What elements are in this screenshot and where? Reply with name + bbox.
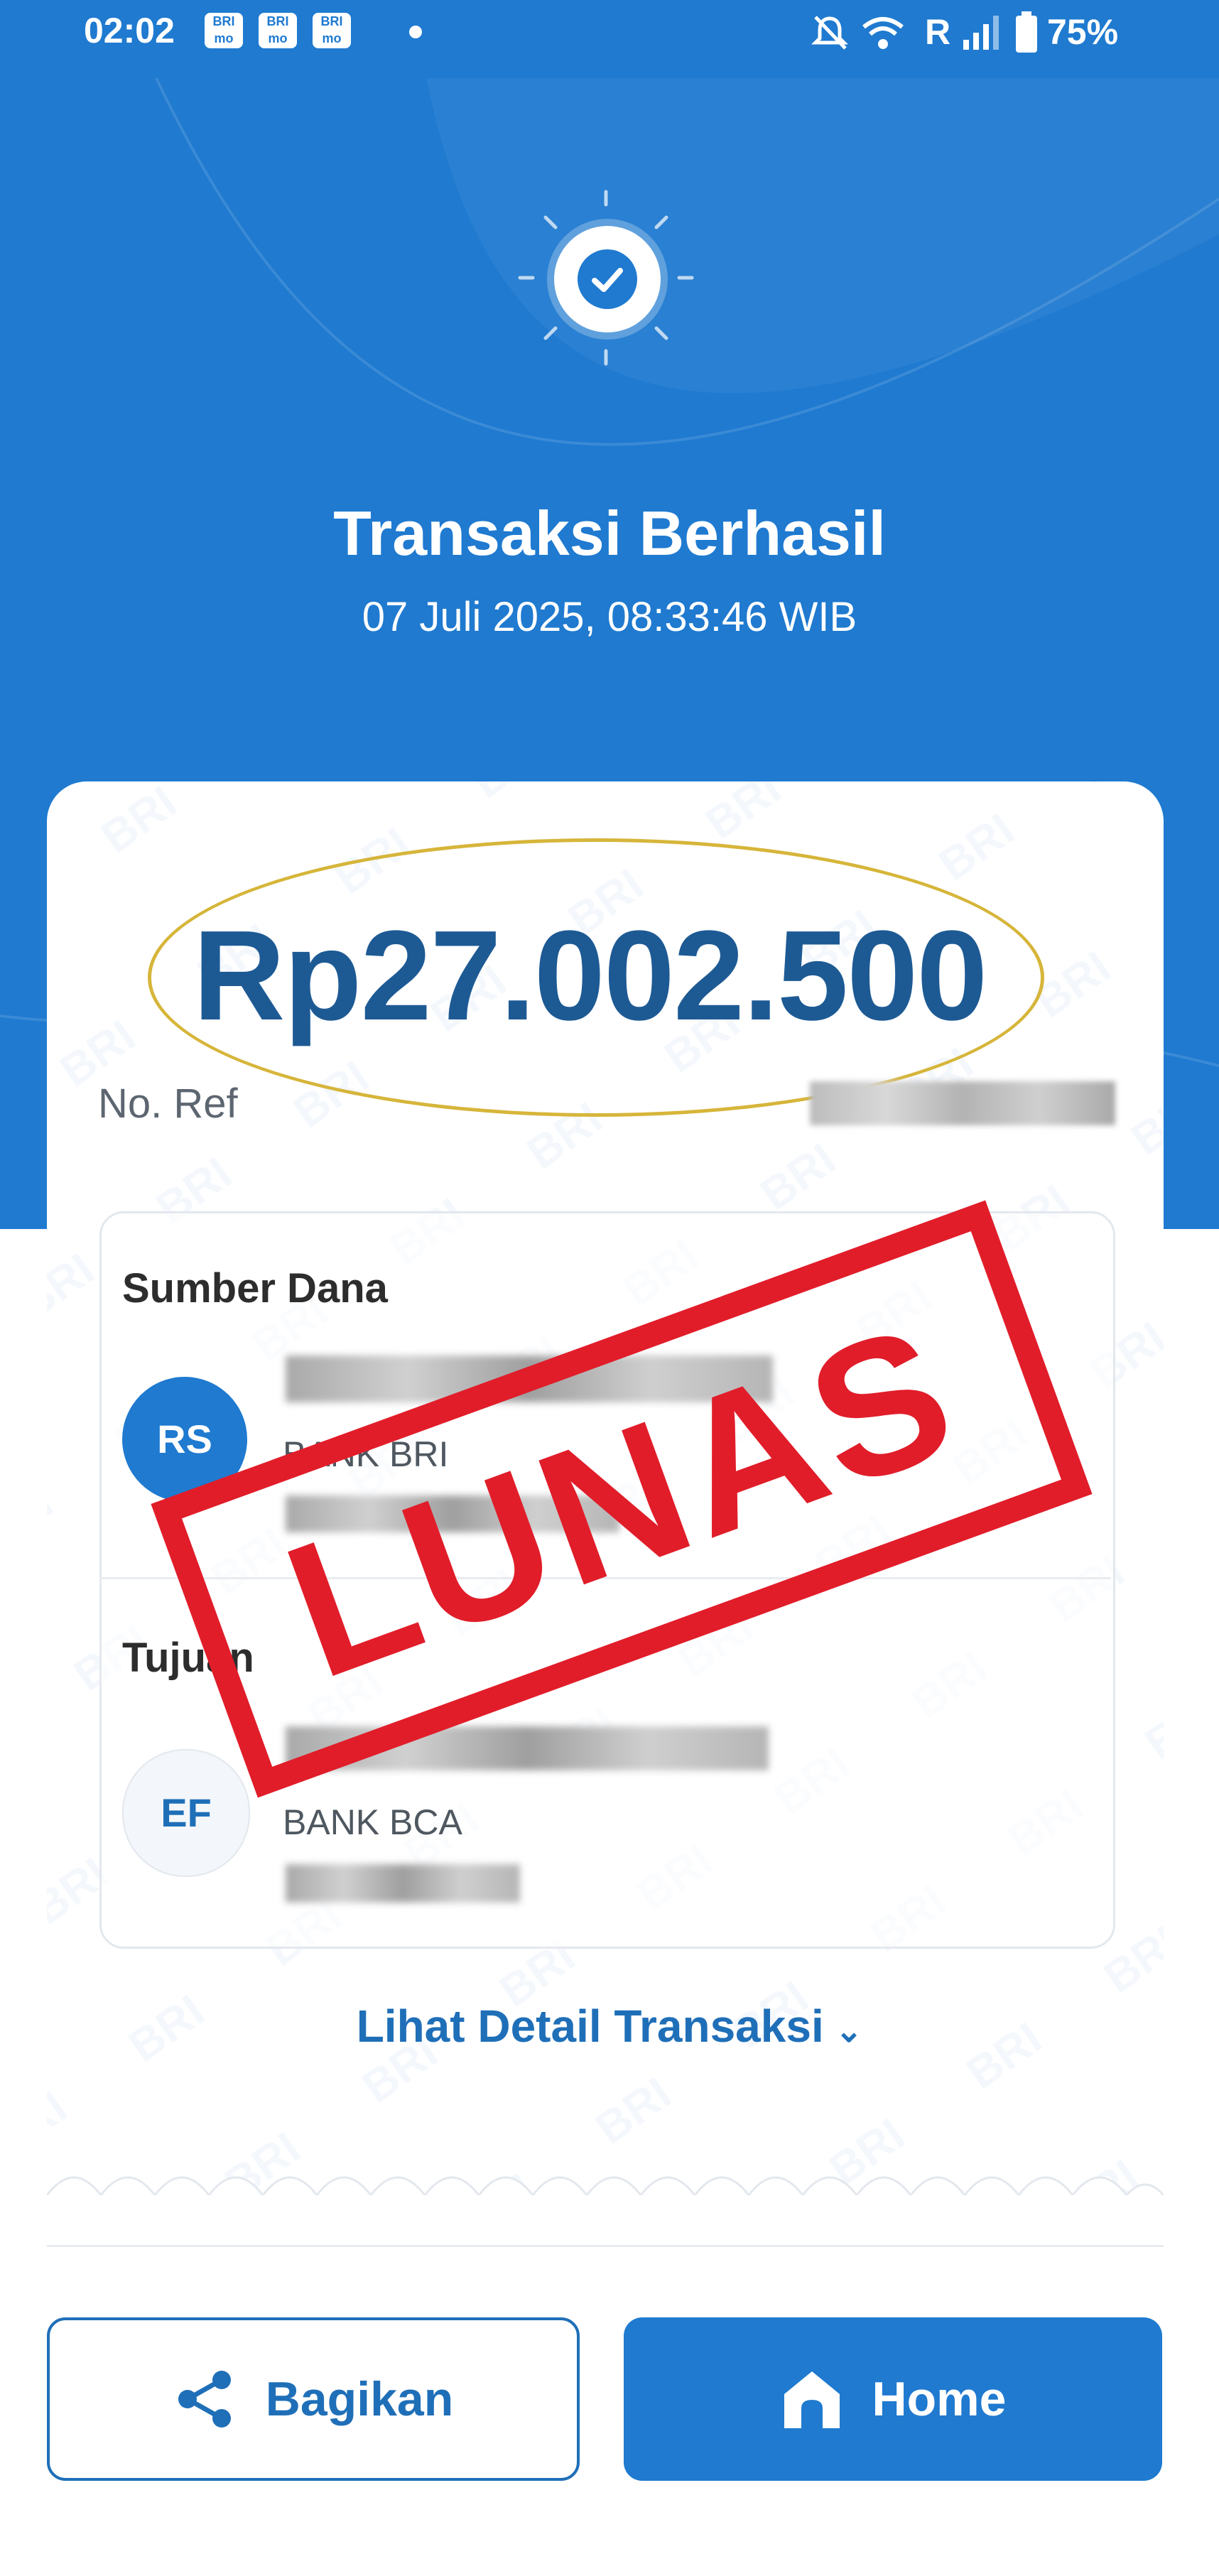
transaction-amount: Rp27.002.500: [193, 904, 988, 1047]
share-icon: [178, 2371, 231, 2428]
status-bar: 02:02 BRI mo BRI mo BRI mo R 75%: [0, 0, 1219, 64]
share-button-label: Bagikan: [265, 2372, 454, 2426]
bottom-separator: [47, 2245, 1164, 2247]
notification-dot-icon: [409, 26, 422, 38]
chevron-down-icon: ⌄: [835, 2012, 863, 2049]
wifi-icon: [862, 17, 904, 49]
destination-bank: BANK BCA: [283, 1802, 462, 1842]
destination-account-redacted: [286, 1864, 520, 1903]
home-button[interactable]: Home: [624, 2317, 1162, 2481]
bri-app-notification-icon: BRI mo: [205, 13, 243, 48]
source-section-title: Sumber Dana: [122, 1265, 388, 1311]
view-transaction-detail-link[interactable]: Lihat Detail Transaksi ⌄: [0, 2000, 1219, 2052]
home-button-label: Home: [872, 2372, 1007, 2426]
roaming-indicator: R: [925, 12, 951, 52]
success-check-badge: [517, 189, 695, 367]
check-circle: [554, 226, 661, 332]
reference-label: No. Ref: [98, 1081, 238, 1127]
transaction-datetime: 07 Juli 2025, 08:33:46 WIB: [362, 594, 857, 640]
status-time: 02:02: [84, 11, 175, 50]
share-button[interactable]: Bagikan: [47, 2317, 580, 2481]
mute-icon: [811, 16, 849, 50]
home-icon: [784, 2371, 840, 2428]
destination-avatar: EF: [122, 1749, 250, 1877]
battery-icon: [1016, 11, 1037, 53]
check-icon: [578, 249, 637, 309]
page-title: Transaksi Berhasil: [333, 498, 886, 568]
detail-link-label: Lihat Detail Transaksi: [356, 2001, 824, 2052]
receipt-scalloped-edge: [47, 2176, 1164, 2195]
bri-app-notification-icon: BRI mo: [313, 13, 351, 48]
battery-percent: 75%: [1047, 12, 1119, 52]
reference-number-redacted: [810, 1081, 1115, 1125]
bri-app-notification-icon: BRI mo: [259, 13, 297, 48]
signal-icon: [963, 16, 999, 50]
